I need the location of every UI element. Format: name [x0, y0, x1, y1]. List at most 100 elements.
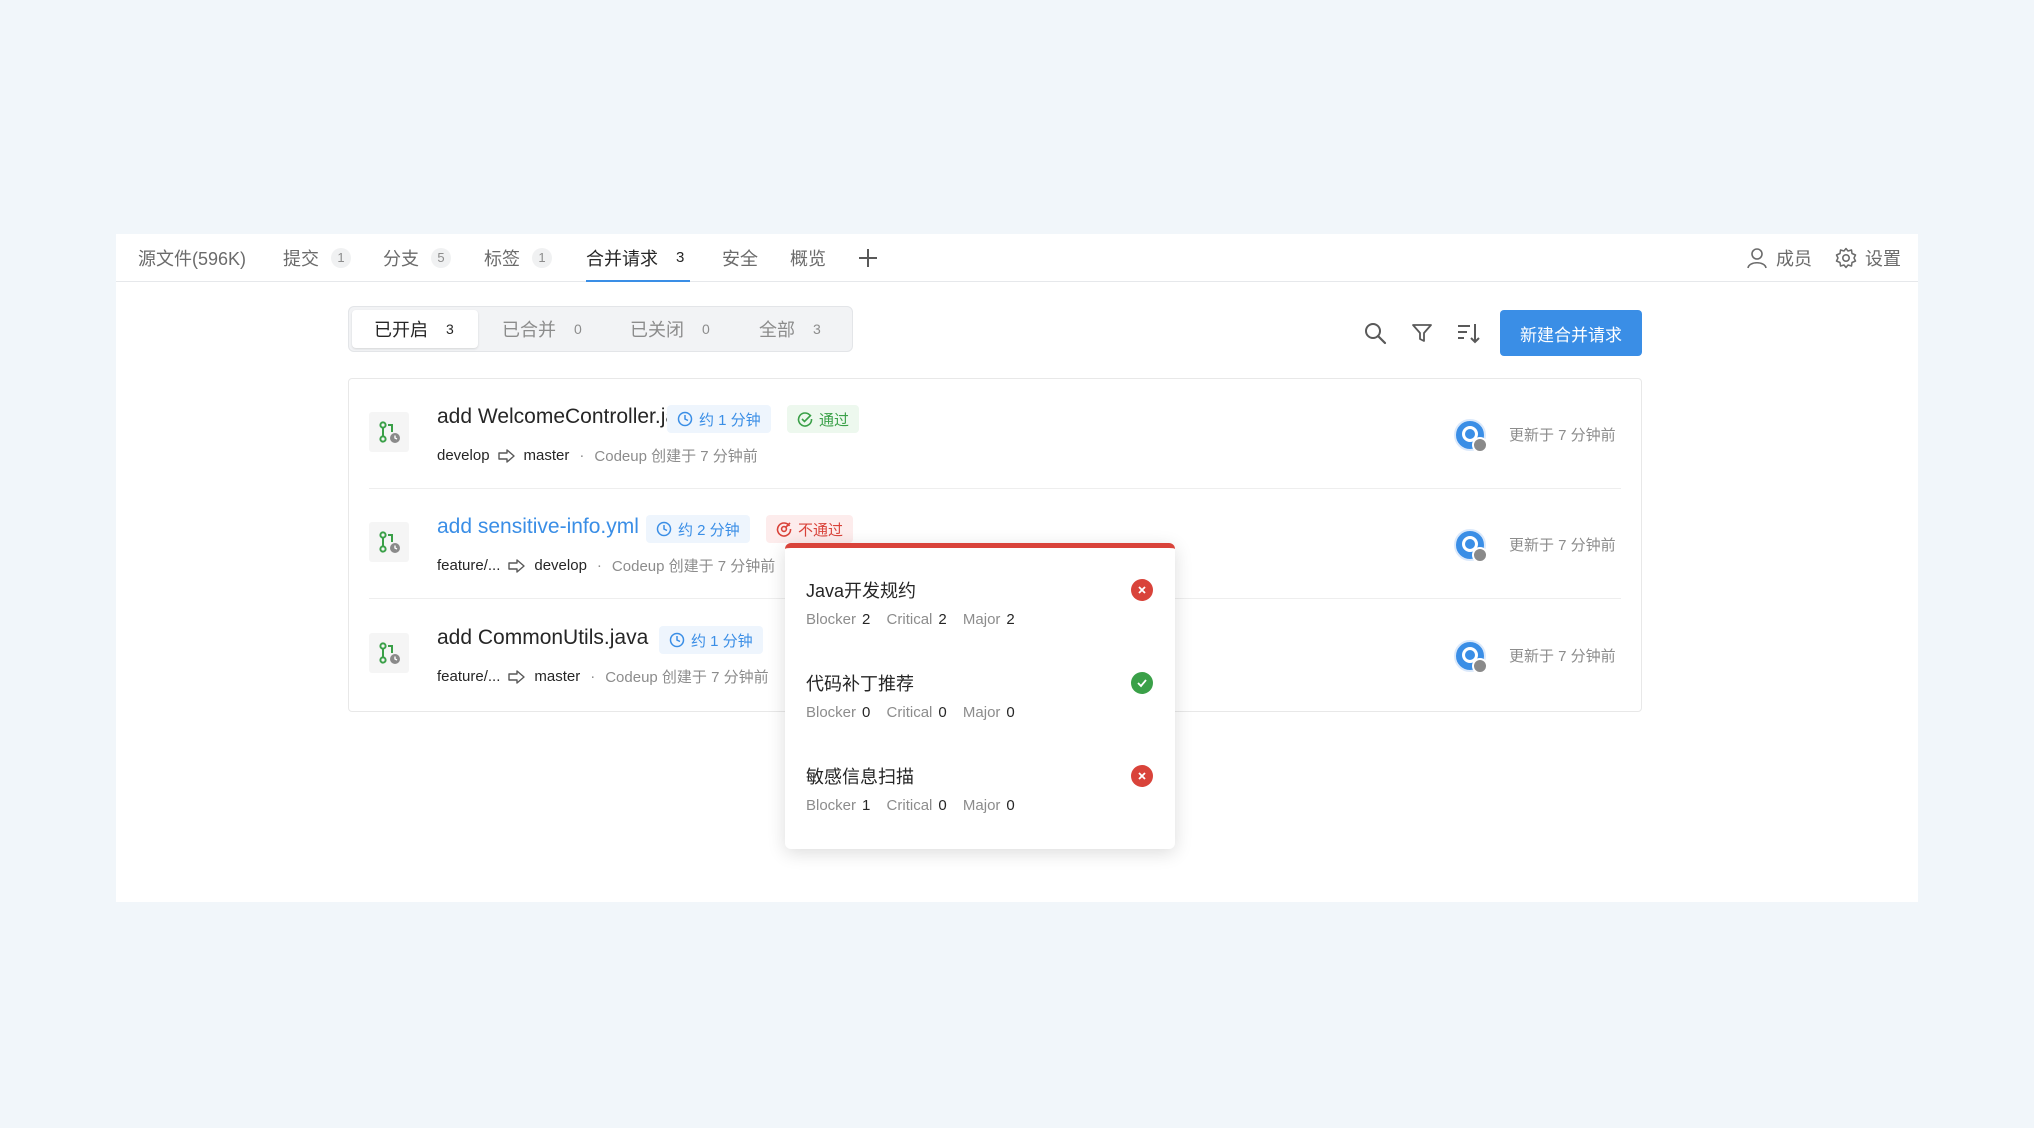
issue-counts: Blocker 1 Critical 0 Major 0	[806, 797, 1027, 814]
filter-merged[interactable]: 已合并 0	[480, 310, 606, 348]
new-merge-request-button[interactable]: 新建合并请求	[1500, 310, 1642, 356]
review-time-badge: 约 2 分钟	[646, 515, 750, 543]
settings-label: 设置	[1865, 249, 1901, 269]
members-link[interactable]: 成员	[1746, 234, 1812, 282]
time-label: 约 1 分钟	[699, 411, 761, 429]
updated-time: 更新于 7 分钟前	[1509, 648, 1616, 665]
updated-time: 更新于 7 分钟前	[1509, 427, 1616, 444]
merge-request-title[interactable]: add sensitive-info.yml	[437, 515, 639, 539]
source-branch[interactable]: feature/...	[437, 668, 500, 685]
major-count: 0	[1006, 704, 1015, 721]
check-name: Java开发规约	[806, 581, 917, 601]
major-label: Major	[962, 704, 1001, 721]
merge-request-icon	[369, 633, 409, 673]
repo-nav: 源文件(596K) 提交 1 分支 5 标签 1 合并请求 3 安全 概览 成员…	[116, 234, 1918, 282]
check-item-sensitive-scan[interactable]: 敏感信息扫描 Blocker 1 Critical 0 Major 0	[806, 763, 1153, 843]
tab-label: 分支	[383, 249, 419, 269]
plus-icon[interactable]	[858, 248, 878, 268]
status-label: 不通过	[798, 521, 844, 539]
filter-all[interactable]: 全部 3	[737, 310, 847, 348]
tab-label: 标签	[484, 249, 520, 269]
tab-commits[interactable]: 提交 1	[283, 234, 351, 282]
merge-request-row[interactable]: add WelcomeController.java 约 1 分钟 通过 dev…	[369, 379, 1621, 489]
blocker-count: 1	[862, 797, 871, 814]
filter-count: 0	[574, 321, 582, 337]
target-branch[interactable]: master	[524, 447, 570, 464]
tab-source-files[interactable]: 源文件(596K)	[138, 234, 246, 282]
blocker-count: 0	[862, 704, 871, 721]
avatar[interactable]	[1454, 419, 1488, 453]
target-branch[interactable]: master	[534, 668, 580, 685]
tab-branches[interactable]: 分支 5	[383, 234, 451, 282]
check-results-popover: Java开发规约 Blocker 2 Critical 2 Major 2 代码补丁推…	[785, 543, 1175, 849]
tab-label: 提交	[283, 249, 319, 269]
created-info: Codeup 创建于 7 分钟前	[605, 669, 769, 686]
scan-fail-icon	[776, 522, 792, 537]
source-branch[interactable]: feature/...	[437, 557, 500, 574]
avatar[interactable]	[1454, 640, 1488, 674]
merge-request-title[interactable]: add WelcomeController.java	[437, 405, 699, 429]
review-time-badge: 约 1 分钟	[659, 626, 763, 654]
separator-dot: ·	[596, 557, 602, 574]
created-info: Codeup 创建于 7 分钟前	[611, 558, 776, 575]
filter-label: 已开启	[374, 320, 428, 340]
major-count: 2	[1006, 611, 1015, 628]
tab-label: 源文件(596K)	[138, 249, 247, 269]
time-label: 约 2 分钟	[678, 521, 740, 539]
tab-merge-requests[interactable]: 合并请求 3	[586, 234, 691, 282]
created-info: Codeup 创建于 7 分钟前	[594, 448, 758, 465]
merge-request-icon	[369, 522, 409, 562]
critical-label: Critical	[886, 797, 933, 814]
check-status-badge[interactable]: 通过	[787, 405, 860, 433]
major-count: 0	[1006, 797, 1015, 814]
filter-count: 3	[446, 321, 454, 337]
critical-label: Critical	[886, 611, 933, 628]
arrow-right-icon	[508, 558, 526, 573]
arrow-right-icon	[508, 669, 526, 684]
tab-count: 1	[532, 248, 552, 268]
check-status-badge[interactable]: 不通过	[766, 515, 854, 543]
settings-link[interactable]: 设置	[1835, 234, 1901, 282]
blocker-label: Blocker	[806, 611, 857, 628]
branch-info: develop master · Codeup 创建于 7 分钟前	[437, 445, 758, 466]
tab-label: 安全	[722, 249, 758, 269]
check-item-patch-suggestion[interactable]: 代码补丁推荐 Blocker 0 Critical 0 Major 0	[806, 670, 1153, 750]
tab-overview[interactable]: 概览	[790, 234, 826, 282]
fail-icon	[1131, 765, 1153, 787]
tab-tags[interactable]: 标签 1	[484, 234, 552, 282]
filter-opened[interactable]: 已开启 3	[352, 310, 478, 348]
tab-security[interactable]: 安全	[722, 234, 758, 282]
clock-icon	[656, 521, 672, 537]
blocker-label: Blocker	[806, 797, 857, 814]
fail-icon	[1131, 579, 1153, 601]
source-branch[interactable]: develop	[437, 447, 490, 464]
filter-icon[interactable]	[1409, 320, 1435, 346]
arrow-right-icon	[497, 448, 515, 463]
major-label: Major	[962, 611, 1001, 628]
clock-icon	[669, 632, 685, 648]
merge-request-title[interactable]: add CommonUtils.java	[437, 626, 648, 650]
filter-label: 已关闭	[630, 320, 684, 340]
clock-icon	[677, 411, 693, 427]
critical-count: 2	[938, 611, 947, 628]
filter-label: 全部	[759, 320, 795, 340]
check-name: 敏感信息扫描	[806, 767, 914, 787]
target-branch[interactable]: develop	[534, 557, 587, 574]
separator-dot: ·	[590, 668, 596, 685]
check-item-java-guidelines[interactable]: Java开发规约 Blocker 2 Critical 2 Major 2	[806, 577, 1153, 657]
critical-count: 0	[938, 704, 947, 721]
state-filter: 已开启 3 已合并 0 已关闭 0 全部 3	[348, 306, 853, 352]
check-name: 代码补丁推荐	[806, 674, 914, 694]
gear-icon	[1835, 247, 1857, 269]
avatar[interactable]	[1454, 529, 1488, 563]
check-pass-icon	[1131, 672, 1153, 694]
search-icon[interactable]	[1362, 320, 1388, 346]
tab-label: 概览	[790, 249, 826, 269]
updated-time: 更新于 7 分钟前	[1509, 537, 1616, 554]
filter-count: 3	[813, 321, 821, 337]
sort-icon[interactable]	[1455, 320, 1481, 346]
issue-counts: Blocker 0 Critical 0 Major 0	[806, 704, 1027, 721]
tab-count: 5	[431, 248, 451, 268]
critical-label: Critical	[886, 704, 933, 721]
filter-closed[interactable]: 已关闭 0	[608, 310, 734, 348]
